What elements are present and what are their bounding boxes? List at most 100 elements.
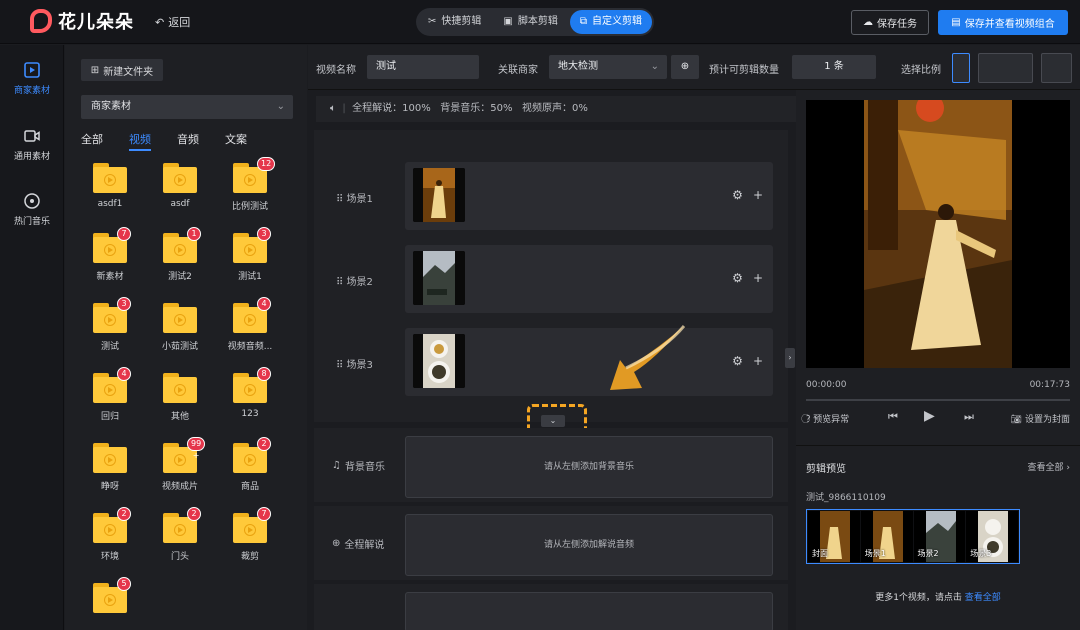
tab-video[interactable]: 视频	[129, 131, 151, 151]
play-icon[interactable]: ▶	[924, 408, 935, 424]
folder-item[interactable]: 3 测试	[80, 297, 140, 352]
video-name-input[interactable]: 测试	[367, 55, 479, 79]
panel-collapse-handle[interactable]: ›	[785, 348, 795, 368]
folder-icon: 4	[93, 367, 131, 403]
folder-item[interactable]: 3 测试1	[220, 227, 280, 282]
scene-actions: ⚙ +	[732, 354, 763, 368]
button-label: 预览异常	[813, 415, 850, 425]
preview-issue-button[interactable]: ?⃝ 预览异常	[806, 412, 849, 425]
folder-item[interactable]: 7 裁剪	[220, 507, 280, 562]
folder-item[interactable]: 2 环境	[80, 507, 140, 562]
folder-item[interactable]: 小茹测试	[150, 303, 210, 352]
previous-icon[interactable]: ⏮	[888, 410, 898, 424]
add-icon[interactable]: +	[753, 354, 763, 368]
folder-label: 视频音频...	[227, 342, 273, 352]
ratio-option-square[interactable]	[1041, 53, 1072, 83]
button-label: 保存并查看视频组合	[964, 19, 1055, 30]
playback-progress-bar[interactable]	[806, 399, 1070, 401]
partial-track	[314, 584, 788, 630]
more-prefix: 更多1个视频，请点击	[875, 593, 962, 603]
drag-handle-icon[interactable]: ⠿	[336, 277, 343, 288]
scene-1-label[interactable]: ⠿ 场景1	[336, 190, 373, 205]
tab-quick-edit[interactable]: ✂ 快捷剪辑	[418, 10, 491, 34]
section-divider	[796, 445, 1080, 446]
tab-script-edit[interactable]: ▣ 脚本剪辑	[493, 10, 567, 34]
folder-item[interactable]: 99 + 视频成片	[150, 437, 210, 492]
video-player[interactable]	[806, 100, 1070, 368]
add-icon[interactable]: +	[753, 188, 763, 202]
count-badge: 2	[257, 437, 271, 451]
music-note-icon: ♫	[332, 460, 341, 471]
scene-card-2[interactable]: ⚙ +	[405, 245, 773, 313]
nav-general-material[interactable]: 通用素材	[0, 127, 64, 162]
save-task-button[interactable]: ☁ 保存任务	[851, 10, 929, 35]
play-icon	[174, 524, 186, 536]
button-label: 保存任务	[877, 19, 917, 30]
view-all-videos-link[interactable]: 查看全部	[965, 593, 1001, 603]
play-icon	[244, 524, 256, 536]
clip-frame-label: 封面	[812, 549, 828, 558]
folder-item[interactable]: 7 新素材	[80, 227, 140, 282]
set-cover-button[interactable]: 📷︎ 设置为封面	[1011, 412, 1070, 425]
partial-track-box[interactable]	[405, 592, 773, 630]
plus-circle-icon: ⊕	[680, 61, 690, 72]
folder-item[interactable]: 2 商品	[220, 437, 280, 492]
folder-label: 环境	[100, 552, 119, 562]
chevron-down-icon: ⌄	[276, 101, 285, 112]
clip-frame-scene1[interactable]: 场景1	[860, 511, 913, 562]
drag-handle-icon[interactable]: ⠿	[336, 360, 343, 371]
add-merchant-button[interactable]: ⊕	[671, 55, 699, 79]
scene-thumbnail[interactable]	[413, 168, 465, 222]
tab-all[interactable]: 全部	[81, 131, 103, 151]
clip-frame-scene3[interactable]: 场景3	[966, 511, 1018, 562]
back-button[interactable]: ↶ 返回	[155, 14, 190, 30]
folder-label: 测试1	[238, 272, 262, 282]
more-videos-note: 更多1个视频，请点击 查看全部	[796, 590, 1080, 603]
bgm-drop-zone[interactable]: 请从左侧添加背景音乐	[405, 436, 773, 498]
folder-item[interactable]: 其他	[150, 373, 210, 422]
clip-strip[interactable]: 封面 场景1 场景2 场景3	[806, 509, 1020, 564]
total-time: 00:17:73	[1029, 380, 1070, 390]
scene-thumbnail[interactable]	[413, 251, 465, 305]
nav-hot-music[interactable]: 热门音乐	[0, 192, 64, 227]
ratio-option-vertical[interactable]	[952, 53, 970, 83]
nav-merchant-material[interactable]: 商家素材	[0, 61, 64, 96]
scene-card-1[interactable]: ⚙ +	[405, 162, 773, 230]
next-icon[interactable]: ⏭	[964, 410, 974, 424]
folder-item[interactable]: 5	[80, 577, 140, 619]
ratio-option-horizontal[interactable]	[978, 53, 1033, 83]
settings-gear-icon[interactable]: ⚙	[732, 188, 743, 202]
scene-3-label[interactable]: ⠿ 场景3	[336, 356, 373, 371]
settings-gear-icon[interactable]: ⚙	[732, 271, 743, 285]
material-source-select[interactable]: 商家素材 ⌄	[81, 95, 293, 119]
merchant-select[interactable]: 地大检测 ⌄	[549, 55, 667, 79]
scene-2-label[interactable]: ⠿ 场景2	[336, 273, 373, 288]
folder-item[interactable]: 4 回归	[80, 367, 140, 422]
folder-item[interactable]: 2 门头	[150, 507, 210, 562]
folder-label: 小茹测试	[161, 342, 198, 352]
drag-handle-icon[interactable]: ⠿	[336, 194, 343, 205]
folder-label: 睁呀	[100, 482, 119, 492]
new-folder-button[interactable]: ⊞ 新建文件夹	[81, 59, 163, 81]
folder-item[interactable]: 12 比例测试	[220, 157, 280, 212]
tab-label: 快捷剪辑	[441, 16, 482, 27]
folder-item[interactable]: asdf	[150, 163, 210, 209]
tab-custom-edit[interactable]: ⧉ 自定义剪辑	[569, 10, 652, 34]
folder-item[interactable]: 8 123	[220, 367, 280, 419]
folder-item[interactable]: 4 视频音频...	[220, 297, 280, 352]
folder-item[interactable]: 睁呀	[80, 443, 140, 492]
narration-drop-zone[interactable]: 请从左侧添加解说音频	[405, 514, 773, 576]
tab-copywriting[interactable]: 文案	[225, 131, 247, 151]
tab-audio[interactable]: 音频	[177, 131, 199, 151]
clip-frame-cover[interactable]: 封面	[808, 511, 860, 562]
view-all-link[interactable]: 查看全部 ›	[1028, 460, 1070, 473]
save-and-view-button[interactable]: ▤ 保存并查看视频组合	[938, 10, 1068, 35]
nav-label: 热门音乐	[13, 217, 50, 227]
folder-item[interactable]: asdf1	[80, 163, 140, 209]
expand-toggle-button[interactable]: ⌄	[541, 415, 565, 427]
add-icon[interactable]: +	[753, 271, 763, 285]
clip-frame-scene2[interactable]: 场景2	[913, 511, 966, 562]
scene-thumbnail[interactable]	[413, 334, 465, 388]
settings-gear-icon[interactable]: ⚙	[732, 354, 743, 368]
folder-item[interactable]: 1 测试2	[150, 227, 210, 282]
